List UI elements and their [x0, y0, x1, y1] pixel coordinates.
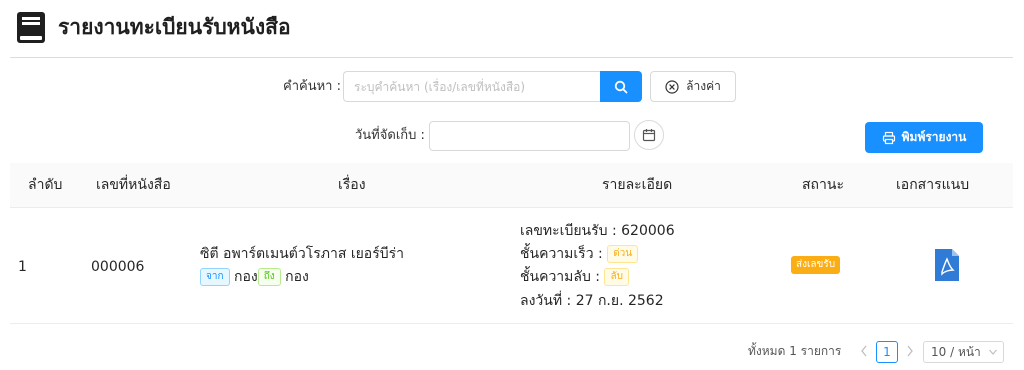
page-title: รายงานทะเบียนรับหนังสือ	[58, 15, 291, 39]
chevron-down-icon	[989, 349, 997, 355]
column-subject: เรื่อง	[338, 177, 366, 193]
urgency-label: ชั้นความเร็ว :	[520, 246, 603, 262]
page-header: รายงานทะเบียนรับหนังสือ	[0, 0, 1024, 57]
row-subject[interactable]: ซิตี อพาร์ตเมนต์วโรภาส เยอร์บีร่า	[200, 245, 404, 263]
clear-button[interactable]: ล้างค่า	[650, 71, 736, 102]
calendar-button[interactable]	[634, 120, 664, 150]
table-header: ลำดับ เลขที่หนังสือ เรื่อง รายละเอียด สถ…	[10, 163, 1013, 208]
print-report-button[interactable]: พิมพ์รายงาน	[865, 122, 983, 153]
to-tag: ถึง	[257, 268, 281, 286]
row-secrecy: ชั้นความลับ : ลับ	[520, 268, 629, 286]
table-row: 1 000006 ซิตี อพาร์ตเมนต์วโรภาส เยอร์บีร…	[10, 208, 1013, 324]
column-order: ลำดับ	[28, 177, 63, 193]
header-divider	[10, 57, 1013, 58]
pagination-total: ทั้งหมด 1 รายการ	[748, 344, 842, 358]
chevron-left-icon[interactable]	[858, 343, 870, 359]
row-order: 1	[18, 259, 27, 275]
pagination-current-page[interactable]: 1	[876, 341, 898, 363]
secrecy-label: ชั้นความลับ :	[520, 269, 601, 285]
row-doc-no: 000006	[91, 259, 145, 275]
pdf-file-icon[interactable]	[933, 248, 961, 282]
row-from-to: จาก กอง ถึง กอง	[200, 268, 309, 286]
column-status: สถานะ	[802, 177, 844, 193]
chevron-right-icon[interactable]	[904, 343, 916, 359]
column-doc-no: เลขที่หนังสือ	[96, 177, 171, 193]
search-button[interactable]	[600, 71, 642, 102]
printer-icon	[882, 131, 895, 144]
page-size-value: 10 / หน้า	[931, 345, 981, 359]
search-icon	[614, 80, 628, 93]
row-urgency: ชั้นความเร็ว : ด่วน	[520, 245, 639, 263]
status-badge: ส่งเลขรับ	[791, 256, 841, 274]
from-value: กอง	[233, 269, 258, 285]
page-size-select[interactable]: 10 / หน้า	[923, 341, 1004, 363]
clear-button-label: ล้างค่า	[686, 79, 721, 93]
print-report-label: พิมพ์รายงาน	[901, 130, 967, 144]
column-details: รายละเอียด	[602, 177, 673, 193]
row-reg-no: เลขทะเบียนรับ : 620006	[520, 223, 675, 239]
to-value: กอง	[285, 269, 309, 285]
date-label: วันที่จัดเก็บ :	[355, 128, 425, 143]
column-attachment: เอกสารแนบ	[896, 177, 970, 193]
from-tag: จาก	[200, 268, 230, 286]
search-label: คำค้นหา :	[283, 79, 341, 94]
urgency-tag: ด่วน	[607, 245, 639, 263]
book-icon	[17, 12, 45, 43]
search-input[interactable]	[343, 71, 600, 102]
close-circle-icon	[665, 79, 679, 94]
secrecy-tag: ลับ	[604, 268, 629, 286]
calendar-icon	[642, 129, 656, 142]
row-date: ลงวันที่ : 27 ก.ย. 2562	[520, 293, 664, 309]
date-input[interactable]	[429, 121, 630, 151]
